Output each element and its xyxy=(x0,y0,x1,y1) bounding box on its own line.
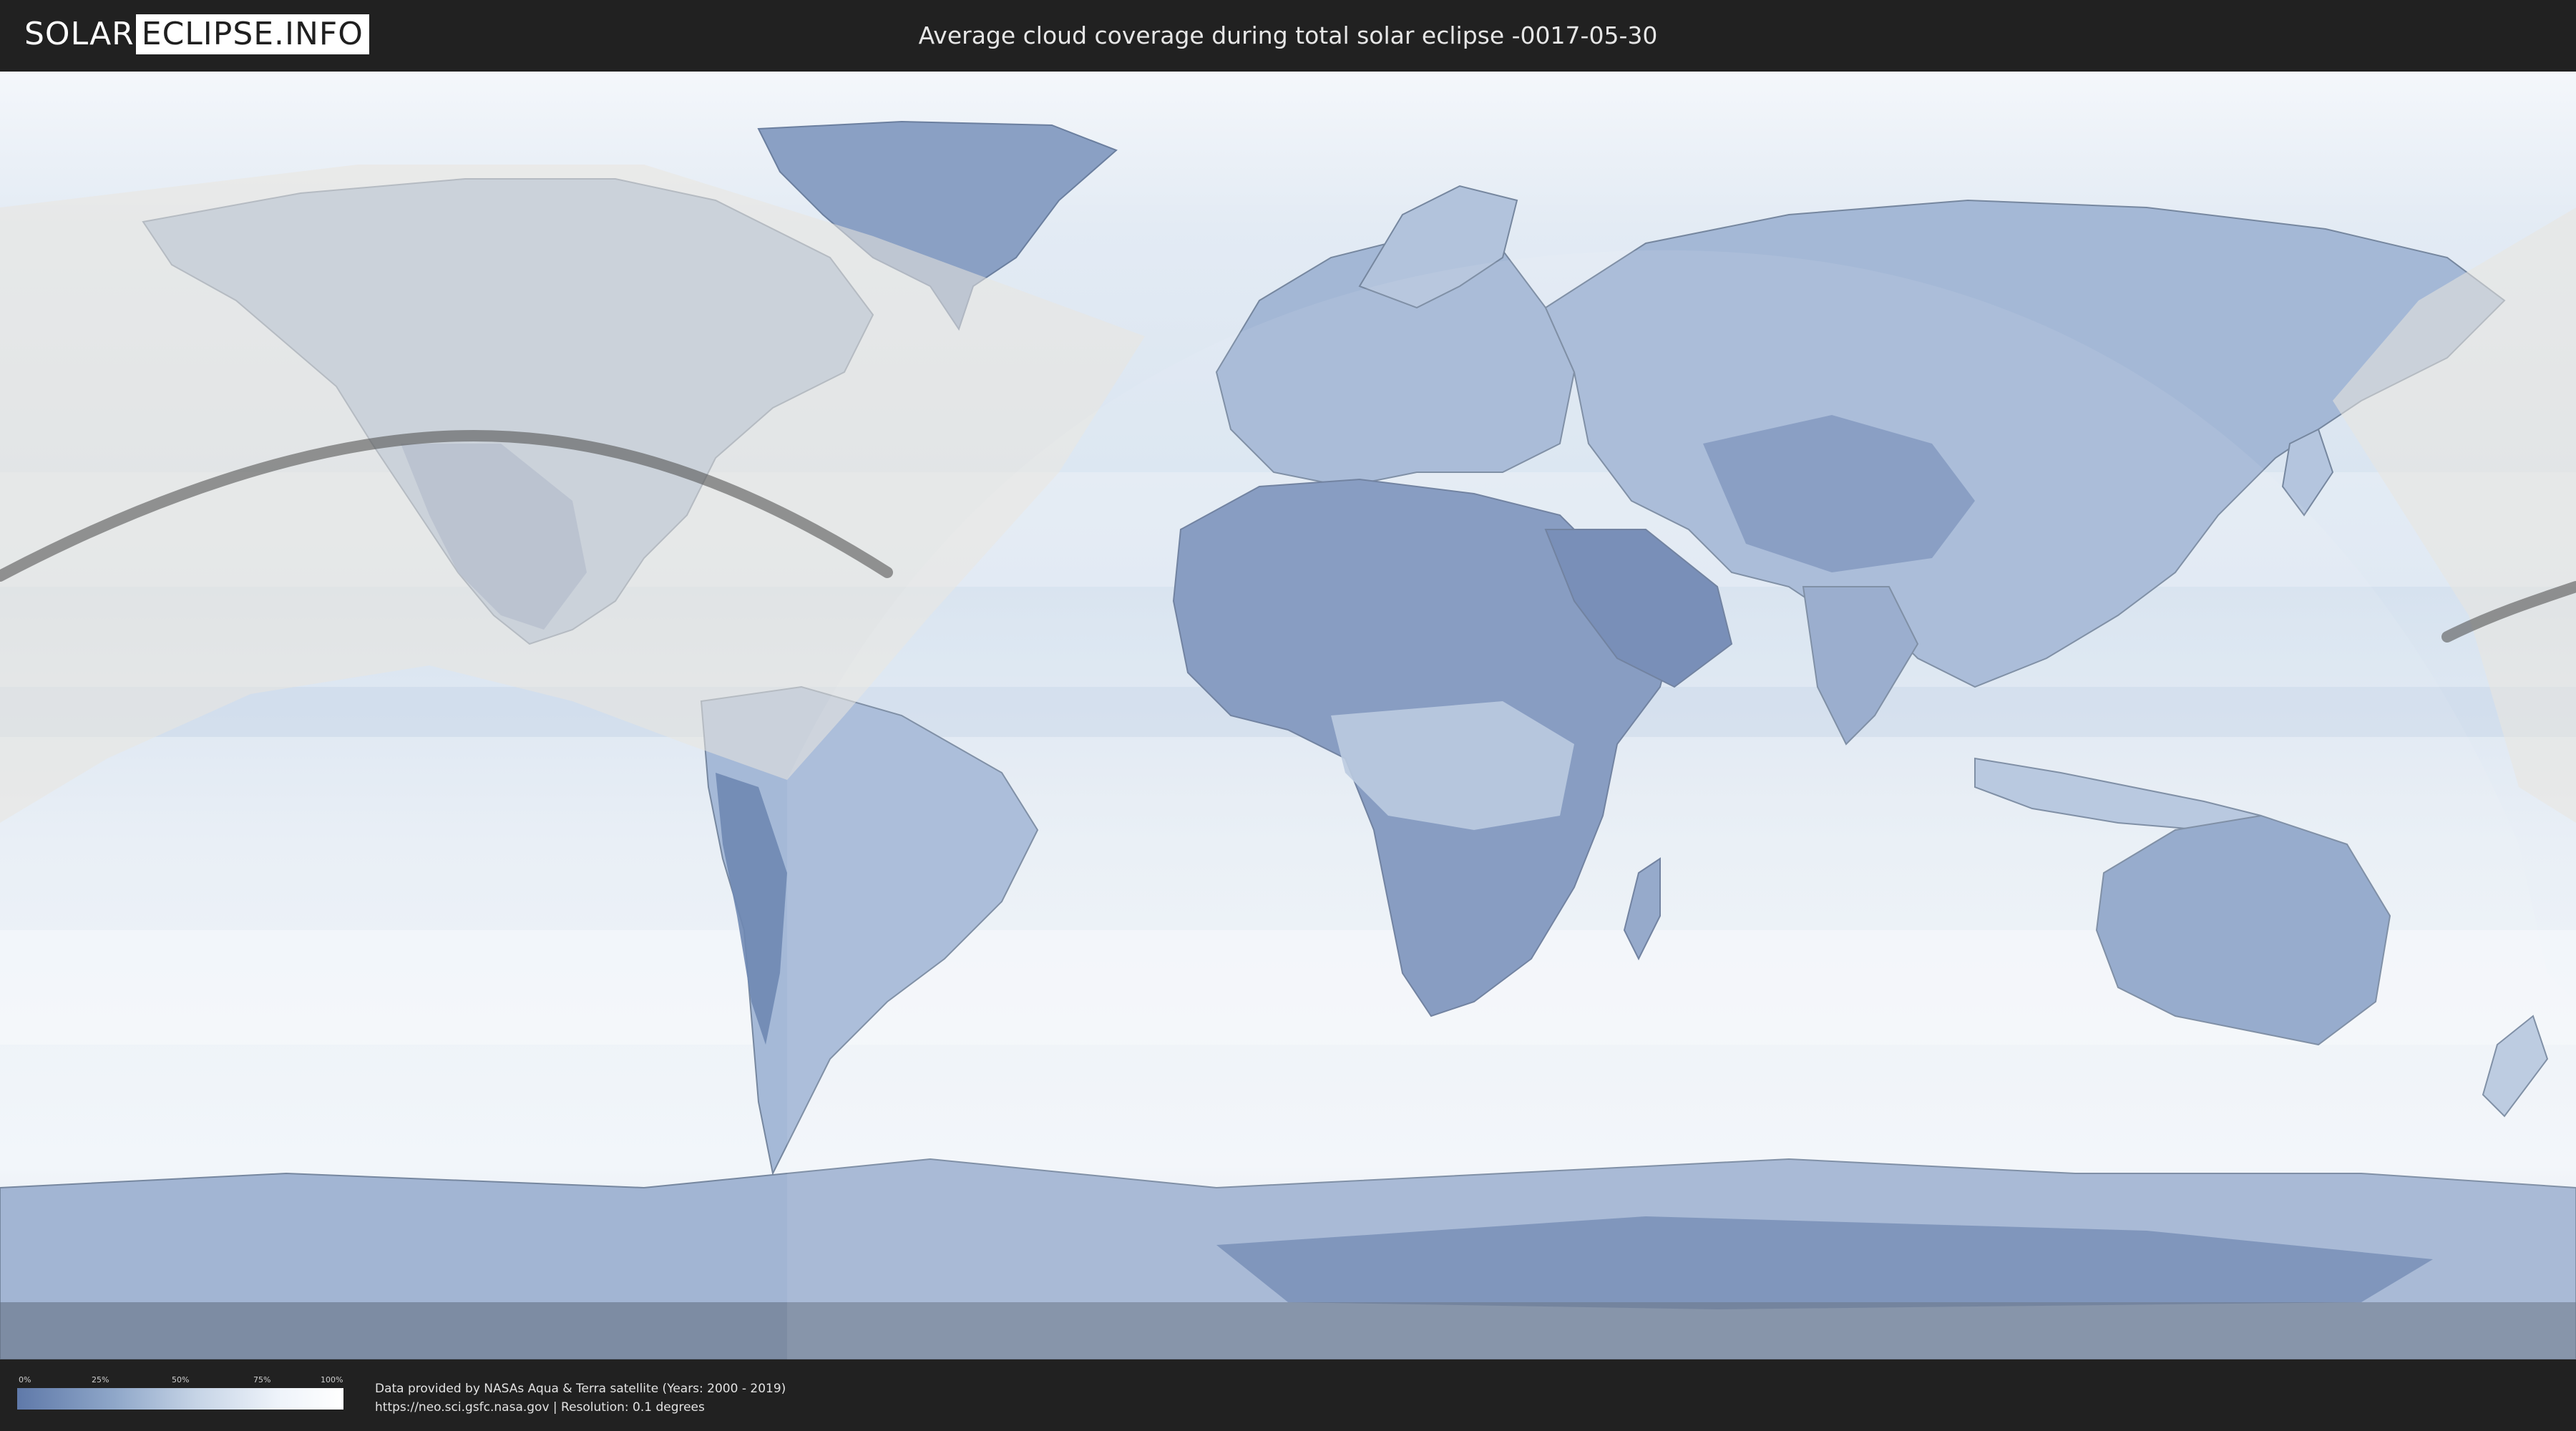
credit-line-url[interactable]: https://neo.sci.gsfc.nasa.gov | Resoluti… xyxy=(375,1398,786,1417)
header-bar: SOLAR ECLIPSE.INFO Average cloud coverag… xyxy=(0,0,2576,72)
data-credits: Data provided by NASAs Aqua & Terra sate… xyxy=(375,1379,786,1417)
legend-tick-75: 75% xyxy=(253,1375,271,1384)
legend-tick-100: 100% xyxy=(321,1375,343,1384)
cloud-coverage-legend: 0% 25% 50% 75% 100% xyxy=(17,1375,343,1410)
legend-tick-0: 0% xyxy=(19,1375,31,1384)
page-title: Average cloud coverage during total sola… xyxy=(918,21,1658,49)
legend-gradient-bar xyxy=(17,1388,343,1410)
cloud-coverage-map[interactable] xyxy=(0,72,2576,1359)
credit-line-source: Data provided by NASAs Aqua & Terra sate… xyxy=(375,1382,786,1396)
legend-tick-50: 50% xyxy=(172,1375,190,1384)
footer-bar: 0% 25% 50% 75% 100% Data provided by NAS… xyxy=(0,1359,2576,1431)
legend-tick-25: 25% xyxy=(92,1375,109,1384)
world-map-svg xyxy=(0,72,2576,1359)
legend-tick-row: 0% 25% 50% 75% 100% xyxy=(17,1375,343,1385)
